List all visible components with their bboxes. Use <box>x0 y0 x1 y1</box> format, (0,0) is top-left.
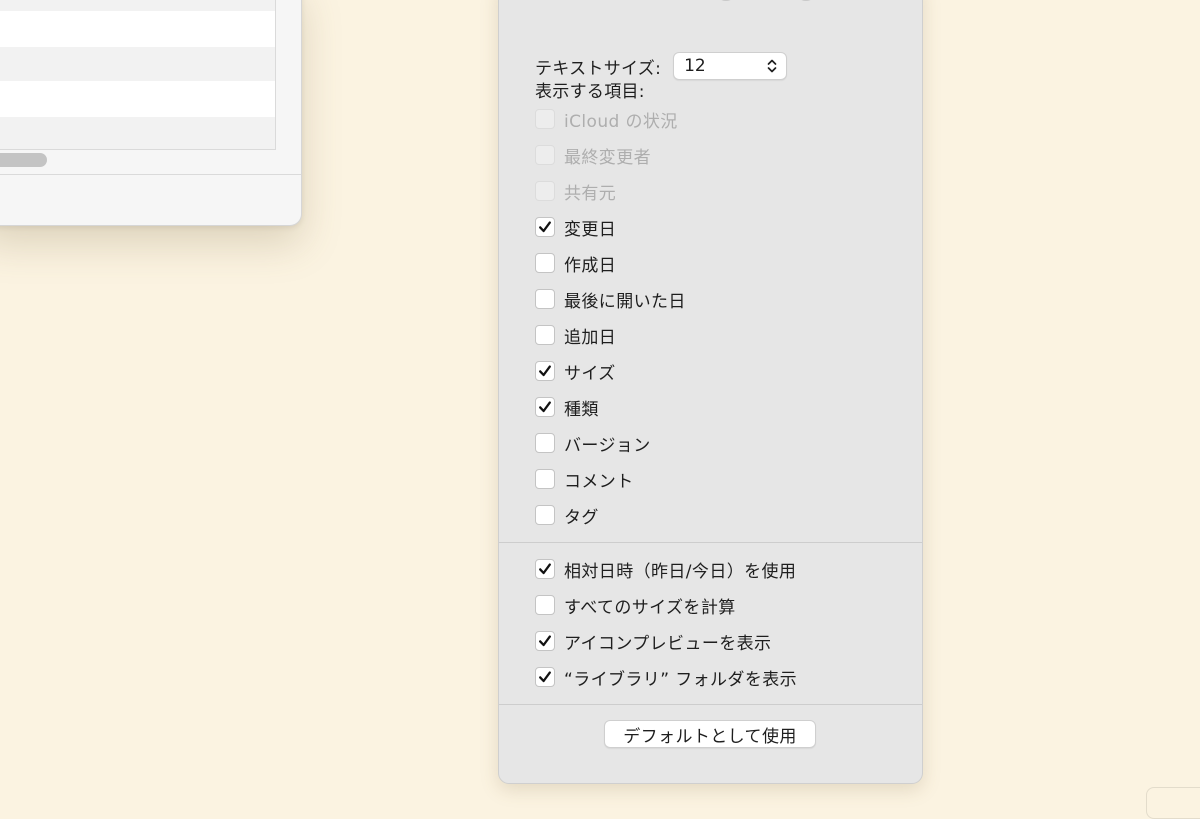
checkbox-row-columns-items-0: iCloud の状況 <box>535 101 686 137</box>
checkbox-columns-items-10[interactable] <box>535 469 555 489</box>
checkbox-columns-items-7[interactable] <box>535 361 555 381</box>
columns-section-label: 表示する項目: <box>535 82 645 102</box>
checkbox-options-items-0[interactable] <box>535 559 555 579</box>
checkbox-label: サイズ <box>564 363 616 384</box>
checkbox-label: 共有元 <box>564 183 617 204</box>
checkbox-row-columns-items-8[interactable]: 種類 <box>535 389 686 425</box>
checkbox-row-columns-items-10[interactable]: コメント <box>535 461 686 497</box>
use-as-defaults-button[interactable]: デフォルトとして使用 <box>604 720 816 748</box>
text-size-select[interactable]: 12 <box>673 52 788 80</box>
checkmark-icon <box>539 635 551 647</box>
horizontal-scrollbar[interactable] <box>0 153 47 167</box>
checkbox-options-items-1[interactable] <box>535 595 555 615</box>
view-options-panel: テキストサイズ: 12 表示する項目: iCloud の状況 最終変更者 共有元… <box>498 0 923 784</box>
checkbox-columns-items-8[interactable] <box>535 397 555 417</box>
checkbox-label: “ライブラリ” フォルダを表示 <box>564 669 798 690</box>
section-divider <box>499 704 922 705</box>
checkbox-row-options-items-1[interactable]: すべてのサイズを計算 <box>535 587 797 623</box>
checkbox-label: アイコンプレビューを表示 <box>564 633 772 654</box>
list-row <box>0 117 275 149</box>
checkbox-row-columns-items-6[interactable]: 追加日 <box>535 317 686 353</box>
checkbox-row-columns-items-3[interactable]: 変更日 <box>535 209 686 245</box>
desktop-corner-widget <box>1146 787 1200 819</box>
up-down-chevron-icon <box>767 59 777 73</box>
checkbox-row-columns-items-2: 共有元 <box>535 173 686 209</box>
checkbox-columns-items-6[interactable] <box>535 325 555 345</box>
checkbox-row-columns-items-1: 最終変更者 <box>535 137 686 173</box>
checkmark-icon <box>539 365 551 377</box>
section-divider <box>499 542 922 543</box>
checkbox-label: タグ <box>564 507 599 528</box>
columns-checklist: iCloud の状況 最終変更者 共有元 変更日 作成日 最後に開いた日 追加日… <box>535 101 686 533</box>
checkbox-label: 追加日 <box>564 327 617 348</box>
view-radio-selected[interactable] <box>715 0 737 1</box>
checkmark-icon <box>539 221 551 233</box>
list-row <box>0 81 275 117</box>
checkbox-label: 相対日時（昨日/今日）を使用 <box>564 561 797 582</box>
checkbox-label: すべてのサイズを計算 <box>564 597 736 618</box>
checkbox-columns-items-9[interactable] <box>535 433 555 453</box>
list-row <box>0 11 275 47</box>
checkbox-label: 種類 <box>564 399 599 420</box>
checkbox-label: コメント <box>564 471 634 492</box>
checkbox-row-options-items-3[interactable]: “ライブラリ” フォルダを表示 <box>535 659 797 695</box>
checkmark-icon <box>539 401 551 413</box>
text-size-row: テキストサイズ: 12 <box>535 52 788 80</box>
file-list <box>0 0 276 150</box>
checkbox-row-columns-items-5[interactable]: 最後に開いた日 <box>535 281 686 317</box>
window-divider <box>0 174 301 175</box>
text-size-label: テキストサイズ: <box>535 58 662 79</box>
checkbox-row-columns-items-7[interactable]: サイズ <box>535 353 686 389</box>
checkbox-options-items-3[interactable] <box>535 667 555 687</box>
checkbox-label: 変更日 <box>564 219 617 240</box>
checkbox-columns-items-5[interactable] <box>535 289 555 309</box>
checkbox-label: iCloud の状況 <box>564 111 678 132</box>
checkmark-icon <box>539 671 551 683</box>
view-radio[interactable] <box>795 0 817 1</box>
checkbox-columns-items-3[interactable] <box>535 217 555 237</box>
checkbox-row-options-items-0[interactable]: 相対日時（昨日/今日）を使用 <box>535 551 797 587</box>
checkbox-columns-items-4[interactable] <box>535 253 555 273</box>
checkbox-label: バージョン <box>564 435 651 456</box>
checkbox-columns-items-2 <box>535 181 555 201</box>
list-row <box>0 47 275 83</box>
checkbox-row-columns-items-11[interactable]: タグ <box>535 497 686 533</box>
checkbox-label: 作成日 <box>564 255 617 276</box>
checkmark-icon <box>539 563 551 575</box>
finder-window-background <box>0 0 302 226</box>
checkbox-label: 最終変更者 <box>564 147 651 168</box>
text-size-value: 12 <box>684 56 706 76</box>
checkbox-options-items-2[interactable] <box>535 631 555 651</box>
checkbox-row-columns-items-9[interactable]: バージョン <box>535 425 686 461</box>
options-checklist: 相対日時（昨日/今日）を使用 すべてのサイズを計算 アイコンプレビューを表示 “… <box>535 551 797 695</box>
checkbox-columns-items-1 <box>535 145 555 165</box>
checkbox-row-columns-items-4[interactable]: 作成日 <box>535 245 686 281</box>
checkbox-columns-items-11[interactable] <box>535 505 555 525</box>
checkbox-columns-items-0 <box>535 109 555 129</box>
checkbox-row-options-items-2[interactable]: アイコンプレビューを表示 <box>535 623 797 659</box>
checkbox-label: 最後に開いた日 <box>564 291 686 312</box>
